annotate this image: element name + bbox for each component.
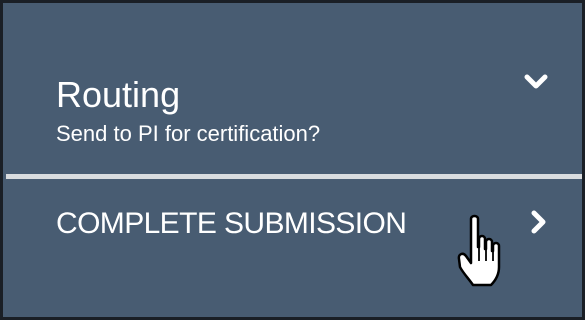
routing-title: Routing: [56, 74, 181, 115]
hand-pointer-icon: [457, 214, 501, 287]
chevron-down-icon[interactable]: [523, 69, 549, 95]
routing-subtitle: Send to PI for certification?: [56, 121, 321, 146]
chevron-right-icon[interactable]: [526, 209, 552, 235]
navigation-panel: Routing Send to PI for certification? CO…: [0, 0, 585, 320]
complete-submission-label: COMPLETE SUBMISSION: [56, 207, 407, 240]
